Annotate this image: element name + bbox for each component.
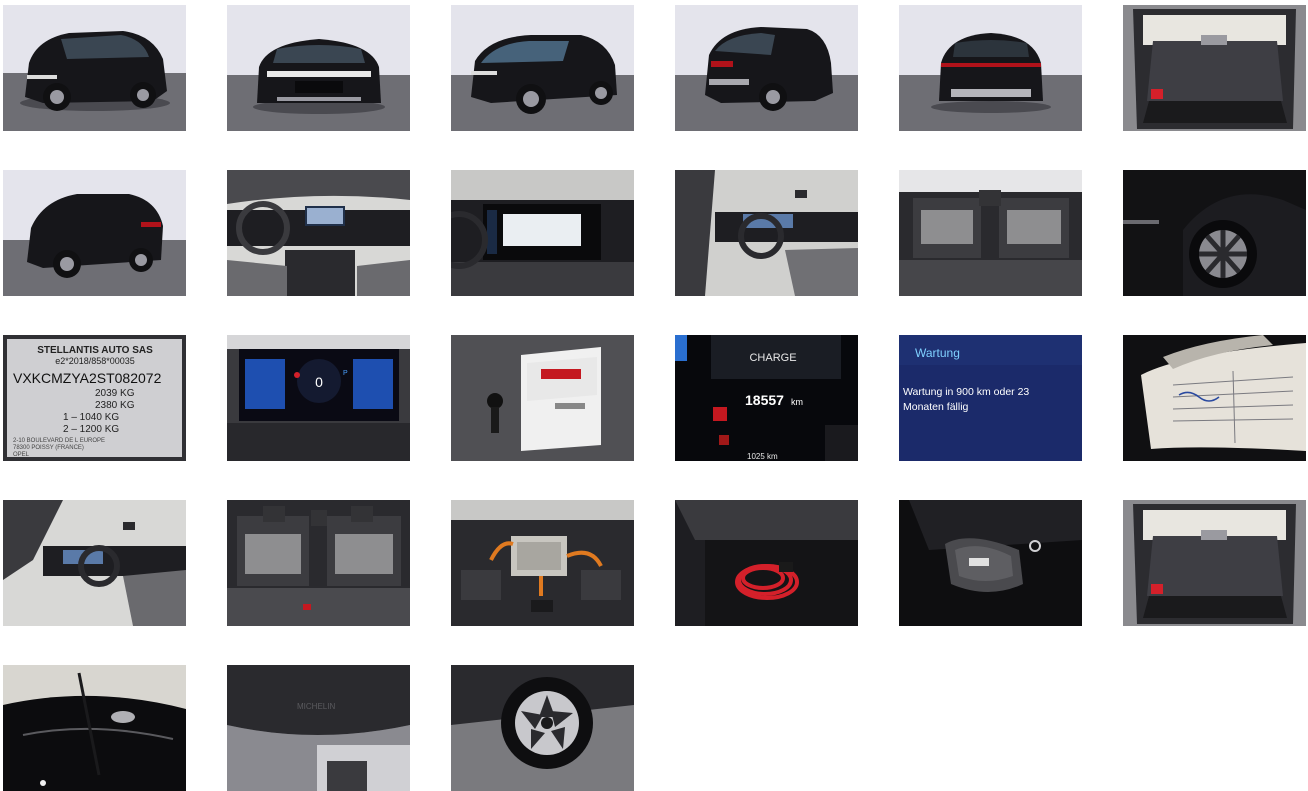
service-header: Wartung: [915, 346, 960, 360]
thumbnail-cockpit-side[interactable]: [3, 500, 186, 626]
thumbnail-rear-seats[interactable]: [899, 170, 1082, 296]
cluster-speed: 0: [315, 374, 323, 390]
plate-axle2: 2 – 1200 KG: [63, 424, 119, 435]
thumbnail-rear-bench[interactable]: [227, 500, 410, 626]
thumbnail-charging-cable[interactable]: [675, 500, 858, 626]
odometer-value: 18557: [745, 392, 784, 408]
plate-address2: 78300 POISSY (FRANCE): [13, 445, 84, 451]
plate-brand: OPEL: [13, 452, 30, 458]
thumbnail-trunk-open-2[interactable]: [1123, 500, 1306, 626]
thumbnail-studio-rear-right[interactable]: [3, 170, 186, 296]
plate-manufacturer: STELLANTIS AUTO SAS: [37, 345, 153, 356]
thumbnail-alloy-wheel[interactable]: [451, 665, 634, 791]
thumbnail-tyre-sidewall[interactable]: MICHELIN: [227, 665, 410, 791]
plate-approval: e2*2018/858*00035: [55, 356, 135, 366]
plate-gross-weight: 2039 KG: [95, 388, 135, 399]
thumbnail-roof-antenna[interactable]: [3, 665, 186, 791]
thumbnail-studio-rear-left[interactable]: [675, 5, 858, 131]
thumbnail-trunk-open[interactable]: [1123, 5, 1306, 131]
thumbnail-service-message[interactable]: Wartung Wartung in 900 km oder 23 Monate…: [899, 335, 1082, 461]
thumbnail-keys-and-manuals[interactable]: [451, 335, 634, 461]
thumbnail-type-plate[interactable]: STELLANTIS AUTO SAS e2*2018/858*00035 VX…: [3, 335, 186, 461]
odometer-unit: km: [791, 397, 803, 407]
image-gallery: STELLANTIS AUTO SAS e2*2018/858*00035 VX…: [0, 0, 1308, 791]
thumbnail-infotainment-screen[interactable]: [451, 170, 634, 296]
thumbnail-studio-front-left[interactable]: [3, 5, 186, 131]
plate-vin: VXKCMZYA2ST082072: [13, 370, 162, 386]
plate-address1: 2-10 BOULEVARD DE L EUROPE: [13, 438, 105, 444]
odometer-trip: 1025 km: [747, 452, 778, 461]
thumbnail-service-book[interactable]: [1123, 335, 1306, 461]
warning-icon: [713, 407, 727, 421]
thumbnail-cable-bag[interactable]: [899, 500, 1082, 626]
service-line2: Monaten fällig: [903, 401, 969, 413]
svg-text:MICHELIN: MICHELIN: [297, 702, 335, 711]
plate-axle1: 1 – 1040 KG: [63, 412, 119, 423]
thumbnail-motor-bay[interactable]: [451, 500, 634, 626]
thumbnail-cockpit-driver-door[interactable]: [675, 170, 858, 296]
service-line1: Wartung in 900 km oder 23: [903, 386, 1029, 398]
parking-brake-icon: [719, 435, 729, 445]
thumbnail-instrument-cluster[interactable]: 0 P: [227, 335, 410, 461]
cluster-gear: P: [343, 370, 348, 377]
thumbnail-rear-wheel-detail[interactable]: [1123, 170, 1306, 296]
thumbnail-studio-front-right[interactable]: [451, 5, 634, 131]
thumbnail-odometer[interactable]: CHARGE 18557 km 1025 km: [675, 335, 858, 461]
thumbnail-studio-rear[interactable]: [899, 5, 1082, 131]
thumbnail-studio-front[interactable]: [227, 5, 410, 131]
thumbnail-dashboard[interactable]: [227, 170, 410, 296]
odometer-mode: CHARGE: [749, 352, 796, 364]
plate-train-weight: 2380 KG: [95, 400, 135, 411]
